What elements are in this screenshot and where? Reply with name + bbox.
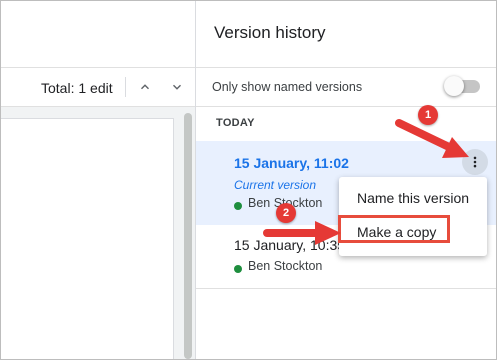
annotation-step-badge: 2 xyxy=(276,203,296,223)
version-title: 15 January, 11:02 xyxy=(234,155,349,171)
author-color-dot xyxy=(234,265,242,273)
version-author: Ben Stockton xyxy=(248,259,323,273)
app-window: Total: 1 edit Version history Only show … xyxy=(0,0,497,360)
named-versions-label: Only show named versions xyxy=(212,80,363,94)
annotation-highlight-box xyxy=(338,215,450,243)
more-actions-button[interactable] xyxy=(462,149,488,175)
named-versions-filter-row: Only show named versions xyxy=(196,67,496,107)
document-header xyxy=(1,1,195,68)
chevron-up-icon xyxy=(141,84,149,90)
menu-item-name-version[interactable]: Name this version xyxy=(339,183,487,213)
named-versions-toggle[interactable] xyxy=(444,76,480,96)
toolbar-divider xyxy=(125,77,126,97)
next-edit-button[interactable] xyxy=(167,77,187,97)
panel-title: Version history xyxy=(214,23,326,42)
scrollbar-thumb[interactable] xyxy=(184,113,192,359)
total-edits-label: Total: 1 edit xyxy=(41,80,113,96)
author-color-dot xyxy=(234,202,242,210)
version-title: 15 January, 10:35 xyxy=(234,237,346,253)
previous-edit-button[interactable] xyxy=(135,77,155,97)
chevron-down-icon xyxy=(173,84,181,90)
menu-item-label: Name this version xyxy=(357,190,470,206)
document-page[interactable] xyxy=(1,118,174,359)
annotation-step-badge: 1 xyxy=(418,105,438,125)
current-version-label: Current version xyxy=(234,178,317,192)
more-vert-icon xyxy=(473,156,477,168)
toggle-knob xyxy=(444,76,464,96)
section-label-today: TODAY xyxy=(216,117,255,129)
